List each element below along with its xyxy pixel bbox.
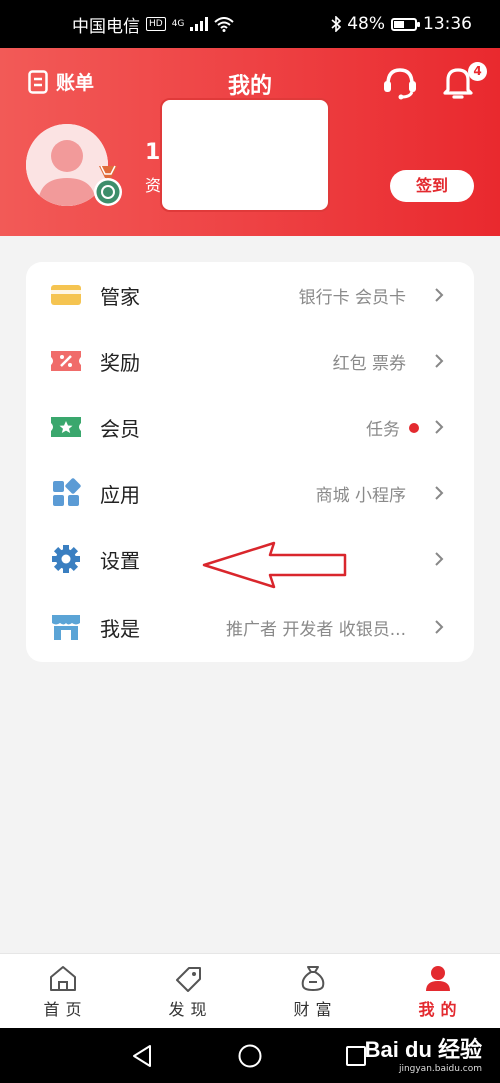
checkin-button[interactable]: 签到 bbox=[390, 170, 474, 202]
chevron-right-icon bbox=[435, 552, 444, 566]
card-icon bbox=[51, 285, 81, 305]
tab-label: 发现 bbox=[168, 1000, 213, 1019]
battery-fill bbox=[394, 20, 404, 28]
menu-item-label: 管家 bbox=[100, 284, 140, 309]
system-nav-bar: Bai du 经验 jingyan.baidu.com bbox=[0, 1028, 500, 1083]
bill-label: 账单 bbox=[56, 72, 95, 94]
menu-item-label: 奖励 bbox=[100, 350, 140, 375]
money-bag-icon bbox=[301, 966, 324, 992]
task-dot-indicator bbox=[409, 423, 419, 433]
watermark: Bai du 经验 jingyan.baidu.com bbox=[365, 1032, 482, 1074]
battery-percent: 48% bbox=[347, 14, 385, 34]
person-icon bbox=[425, 966, 450, 991]
medal-icon bbox=[94, 165, 122, 206]
bluetooth-icon bbox=[331, 16, 342, 32]
user-id-text: 1 bbox=[145, 140, 161, 165]
customer-service-button[interactable] bbox=[382, 66, 418, 104]
apps-grid-icon bbox=[53, 478, 81, 506]
menu-item-value: 银行卡 会员卡 bbox=[298, 287, 406, 308]
clock: 13:36 bbox=[423, 14, 472, 34]
gear-icon bbox=[52, 545, 80, 573]
menu-item-membership[interactable]: 会员 任务 bbox=[26, 394, 474, 460]
chevron-right-icon bbox=[435, 486, 444, 500]
notification-button[interactable]: 4 bbox=[442, 62, 487, 104]
menu-item-label: 应用 bbox=[100, 482, 140, 507]
tag-icon bbox=[175, 967, 201, 992]
tab-home[interactable]: 首页 bbox=[0, 954, 125, 1028]
bottom-tab-bar: 首页 发现 财富 我的 bbox=[0, 953, 500, 1028]
menu-item-label: 我是 bbox=[100, 616, 140, 641]
coupon-icon bbox=[51, 351, 81, 371]
menu-item-rewards[interactable]: 奖励 红包 票券 bbox=[26, 328, 474, 394]
menu-card: 管家 银行卡 会员卡 奖励 红包 票券 会员 任务 应用 商城 小程序 设置 我… bbox=[26, 262, 474, 662]
menu-item-value: 任务 bbox=[366, 419, 400, 440]
notification-badge: 4 bbox=[468, 62, 487, 81]
menu-item-value: 商城 小程序 bbox=[315, 485, 406, 506]
signal-icon bbox=[190, 17, 209, 31]
tab-wealth[interactable]: 财富 bbox=[250, 954, 375, 1028]
store-icon bbox=[52, 615, 80, 640]
redaction-box bbox=[160, 98, 330, 212]
menu-item-butler[interactable]: 管家 银行卡 会员卡 bbox=[26, 262, 474, 328]
home-icon bbox=[49, 966, 76, 991]
member-ticket-icon bbox=[51, 417, 81, 437]
status-right: 48% 13:36 bbox=[331, 14, 472, 34]
battery-icon bbox=[391, 17, 420, 31]
annotation-arrow bbox=[202, 541, 347, 589]
status-left: 中国电信 HD 4G bbox=[72, 12, 235, 37]
menu-item-value: 红包 票券 bbox=[332, 353, 406, 374]
menu-item-value: 推广者 开发者 收银员... bbox=[225, 619, 406, 640]
menu-item-identity[interactable]: 我是 推广者 开发者 收银员... bbox=[26, 594, 474, 660]
user-sub-text: 资 bbox=[145, 176, 162, 195]
tab-label: 财富 bbox=[293, 1000, 338, 1019]
watermark-url: jingyan.baidu.com bbox=[398, 1064, 482, 1074]
chevron-right-icon bbox=[435, 420, 444, 434]
medal-badge[interactable] bbox=[91, 164, 125, 212]
menu-item-label: 会员 bbox=[100, 416, 140, 441]
hd-badge: HD bbox=[146, 17, 166, 31]
headset-icon bbox=[384, 68, 416, 100]
carrier-label: 中国电信 bbox=[72, 16, 140, 37]
tab-mine[interactable]: 我的 bbox=[375, 954, 500, 1028]
bill-button[interactable]: 账单 bbox=[28, 68, 94, 95]
profile-header: 账单 我的 4 1 资 签到 bbox=[0, 48, 500, 236]
home-circle-icon[interactable] bbox=[237, 1043, 263, 1069]
menu-item-label: 设置 bbox=[100, 548, 140, 573]
chevron-right-icon bbox=[435, 288, 444, 302]
tab-label: 我的 bbox=[418, 1000, 463, 1019]
menu-item-apps[interactable]: 应用 商城 小程序 bbox=[26, 460, 474, 526]
wifi-icon bbox=[214, 16, 235, 32]
network-type: 4G bbox=[171, 19, 185, 29]
bill-icon bbox=[28, 69, 48, 94]
chevron-right-icon bbox=[435, 620, 444, 634]
chevron-right-icon bbox=[435, 354, 444, 368]
tab-discover[interactable]: 发现 bbox=[125, 954, 250, 1028]
back-icon[interactable] bbox=[130, 1043, 154, 1069]
tab-label: 首页 bbox=[43, 1000, 88, 1019]
watermark-logo: Bai du 经验 bbox=[364, 1037, 482, 1062]
status-bar: 中国电信 HD 4G 48% 13:36 bbox=[0, 0, 500, 48]
